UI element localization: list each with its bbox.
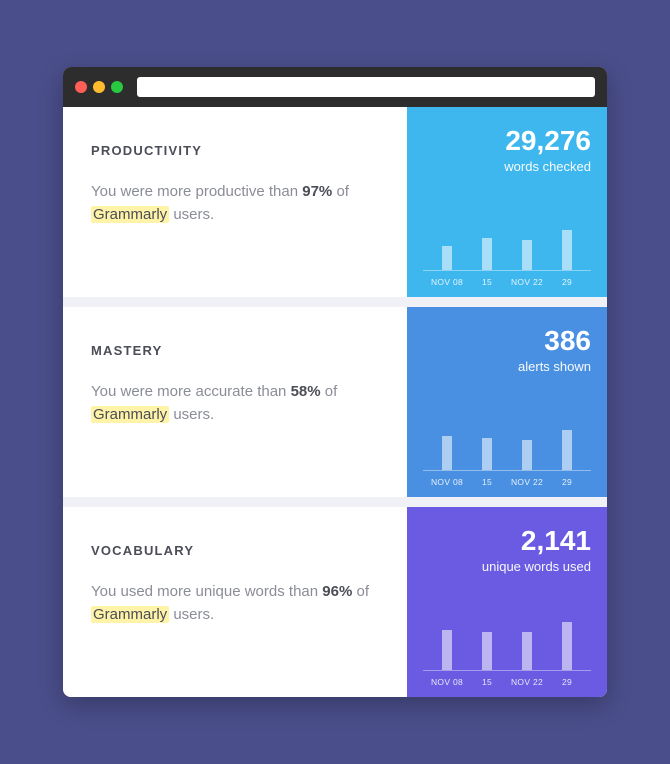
card-body: VOCABULARY You used more unique words th…: [63, 507, 407, 697]
bar: [442, 246, 452, 270]
text-post: users.: [169, 206, 214, 223]
x-label: NOV 08: [427, 677, 467, 687]
card-body: PRODUCTIVITY You were more productive th…: [63, 107, 407, 297]
bar: [482, 632, 492, 670]
mini-bar-chart: NOV 08 15 NOV 22 29: [423, 419, 591, 487]
stat-value: 29,276: [423, 125, 591, 157]
brand-highlight: Grammarly: [91, 206, 169, 223]
x-axis: NOV 08 15 NOV 22 29: [423, 471, 591, 487]
text-mid: of: [321, 383, 338, 400]
bar: [522, 632, 532, 670]
stats-cards: PRODUCTIVITY You were more productive th…: [63, 107, 607, 697]
text-post: users.: [169, 606, 214, 623]
x-label: 15: [467, 677, 507, 687]
card-text: You were more accurate than 58% of Gramm…: [91, 380, 379, 427]
stat-caption: unique words used: [423, 559, 591, 574]
card-title: PRODUCTIVITY: [91, 143, 379, 158]
text-pre: You used more unique words than: [91, 583, 322, 600]
bar: [522, 440, 532, 470]
stat-value: 2,141: [423, 525, 591, 557]
x-label: 29: [547, 277, 587, 287]
close-icon[interactable]: [75, 81, 87, 93]
text-pre: You were more productive than: [91, 183, 302, 200]
card-stat-panel: 29,276 words checked NOV 08 15 NOV 22 29: [407, 107, 607, 297]
text-mid: of: [332, 183, 349, 200]
x-axis: NOV 08 15 NOV 22 29: [423, 671, 591, 687]
x-label: NOV 08: [427, 277, 467, 287]
bar-row: [423, 219, 591, 271]
x-axis: NOV 08 15 NOV 22 29: [423, 271, 591, 287]
card-mastery: MASTERY You were more accurate than 58% …: [63, 307, 607, 497]
minimize-icon[interactable]: [93, 81, 105, 93]
text-post: users.: [169, 406, 214, 423]
bar: [562, 430, 572, 470]
bar: [562, 230, 572, 270]
mini-bar-chart: NOV 08 15 NOV 22 29: [423, 219, 591, 287]
x-label: NOV 22: [507, 677, 547, 687]
bar: [562, 622, 572, 670]
card-stat-panel: 386 alerts shown NOV 08 15 NOV 22 29: [407, 307, 607, 497]
bar: [442, 436, 452, 470]
text-pre: You were more accurate than: [91, 383, 291, 400]
browser-window: PRODUCTIVITY You were more productive th…: [63, 67, 607, 697]
bar: [522, 240, 532, 270]
url-input[interactable]: [137, 77, 595, 97]
x-label: 15: [467, 277, 507, 287]
bar: [442, 630, 452, 670]
card-title: MASTERY: [91, 343, 379, 358]
x-label: 29: [547, 677, 587, 687]
maximize-icon[interactable]: [111, 81, 123, 93]
card-vocabulary: VOCABULARY You used more unique words th…: [63, 507, 607, 697]
x-label: 29: [547, 477, 587, 487]
text-percent: 96%: [322, 583, 352, 600]
brand-highlight: Grammarly: [91, 406, 169, 423]
text-mid: of: [352, 583, 369, 600]
bar: [482, 238, 492, 270]
bar-row: [423, 419, 591, 471]
x-label: 15: [467, 477, 507, 487]
x-label: NOV 08: [427, 477, 467, 487]
x-label: NOV 22: [507, 277, 547, 287]
stat-value: 386: [423, 325, 591, 357]
stat-caption: alerts shown: [423, 359, 591, 374]
bar-row: [423, 619, 591, 671]
card-body: MASTERY You were more accurate than 58% …: [63, 307, 407, 497]
text-percent: 58%: [291, 383, 321, 400]
bar: [482, 438, 492, 470]
mini-bar-chart: NOV 08 15 NOV 22 29: [423, 619, 591, 687]
x-label: NOV 22: [507, 477, 547, 487]
stat-caption: words checked: [423, 159, 591, 174]
card-text: You used more unique words than 96% of G…: [91, 580, 379, 627]
card-productivity: PRODUCTIVITY You were more productive th…: [63, 107, 607, 297]
card-text: You were more productive than 97% of Gra…: [91, 180, 379, 227]
brand-highlight: Grammarly: [91, 606, 169, 623]
text-percent: 97%: [302, 183, 332, 200]
card-title: VOCABULARY: [91, 543, 379, 558]
titlebar: [63, 67, 607, 107]
card-stat-panel: 2,141 unique words used NOV 08 15 NOV 22…: [407, 507, 607, 697]
